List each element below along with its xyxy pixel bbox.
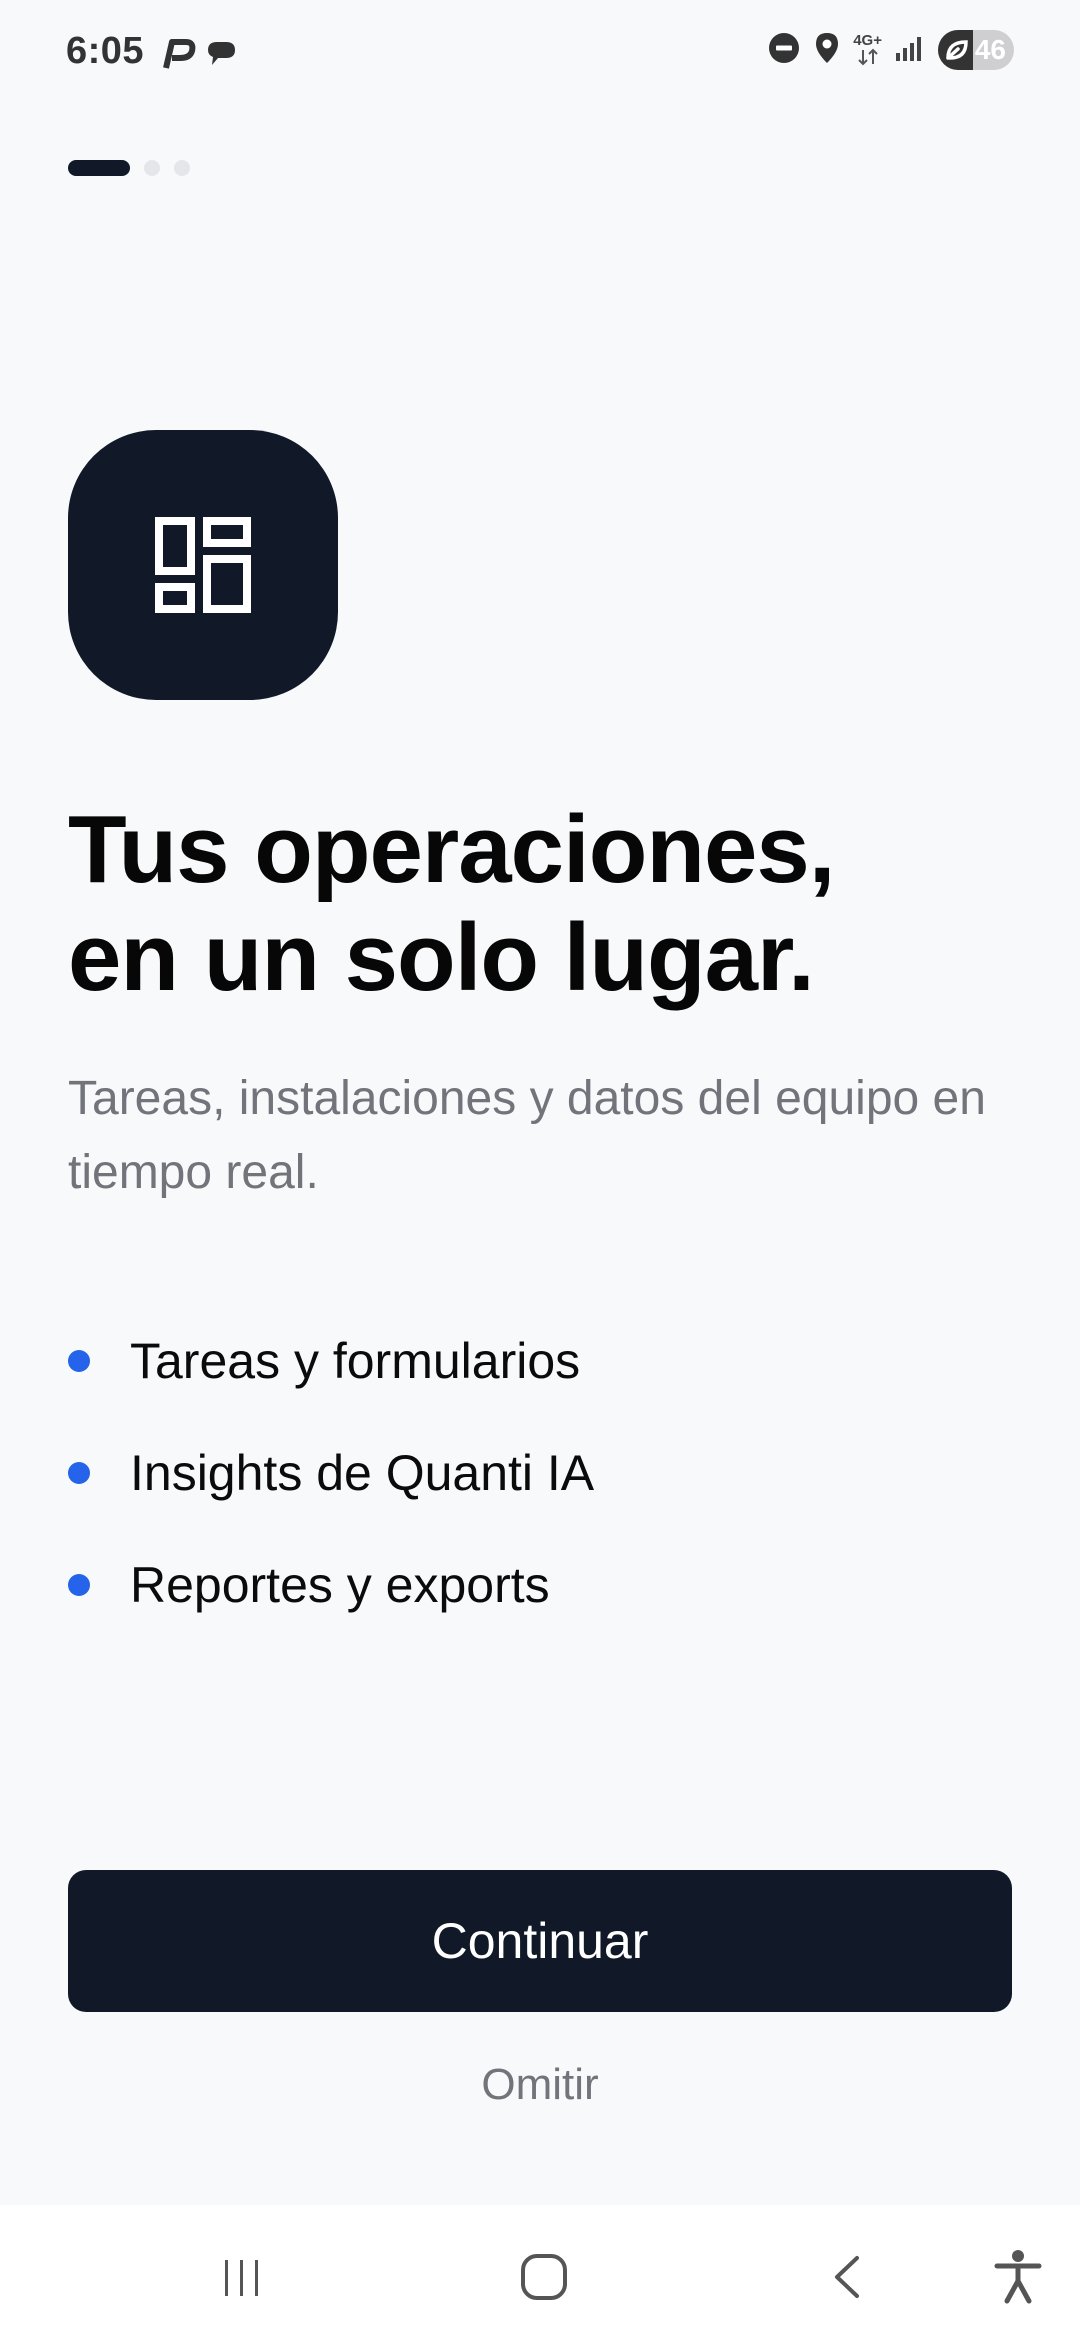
feature-label: Tareas y formularios [130, 1333, 581, 1389]
bullet-icon [68, 1574, 90, 1596]
continue-button[interactable]: Continuar [68, 1870, 1012, 2012]
chat-bubble-icon [204, 37, 240, 76]
recents-icon[interactable] [212, 2247, 272, 2307]
feature-list: Tareas y formularios Insights de Quanti … [68, 1305, 1028, 1641]
pager-dot[interactable] [144, 160, 160, 176]
list-item: Tareas y formularios [68, 1305, 1028, 1417]
page-title-line-1: Tus operaciones, [68, 796, 835, 903]
accessibility-icon[interactable] [988, 2247, 1048, 2307]
battery-saver-icon [944, 38, 970, 67]
battery-percent: 46 [974, 34, 1006, 65]
status-right-icons: 4G+ 46 [767, 30, 1014, 70]
location-icon [813, 31, 841, 70]
page-title-line-2: en un solo lugar. [68, 904, 815, 1011]
back-icon[interactable] [818, 2247, 878, 2307]
dashboard-icon [68, 430, 338, 700]
feature-label: Insights de Quanti IA [130, 1445, 595, 1501]
page-title: Tus operaciones, en un solo lugar. [68, 796, 1028, 1012]
p-app-icon [160, 36, 196, 77]
bullet-icon [68, 1462, 90, 1484]
status-time: 6:05 [66, 30, 145, 72]
do-not-disturb-icon [767, 31, 801, 70]
list-item: Insights de Quanti IA [68, 1417, 1028, 1529]
signal-icon [894, 33, 926, 68]
status-bar: 6:05 4G+ 46 [0, 0, 1080, 110]
battery-indicator: 46 [938, 30, 1014, 70]
page-subtitle: Tareas, instalaciones y datos del equipo… [68, 1072, 986, 1199]
pager-dot[interactable] [174, 160, 190, 176]
network-4g-icon: 4G+ [853, 33, 882, 66]
pager-dot-active[interactable] [68, 160, 130, 176]
list-item: Reportes y exports [68, 1529, 1028, 1641]
home-icon[interactable] [514, 2247, 574, 2307]
feature-label: Reportes y exports [130, 1557, 550, 1613]
skip-button[interactable]: Omitir [0, 2060, 1080, 2110]
status-left-icons [160, 36, 240, 77]
bullet-icon [68, 1350, 90, 1372]
onboarding-pager [68, 160, 190, 176]
system-nav-bar [0, 2205, 1080, 2340]
